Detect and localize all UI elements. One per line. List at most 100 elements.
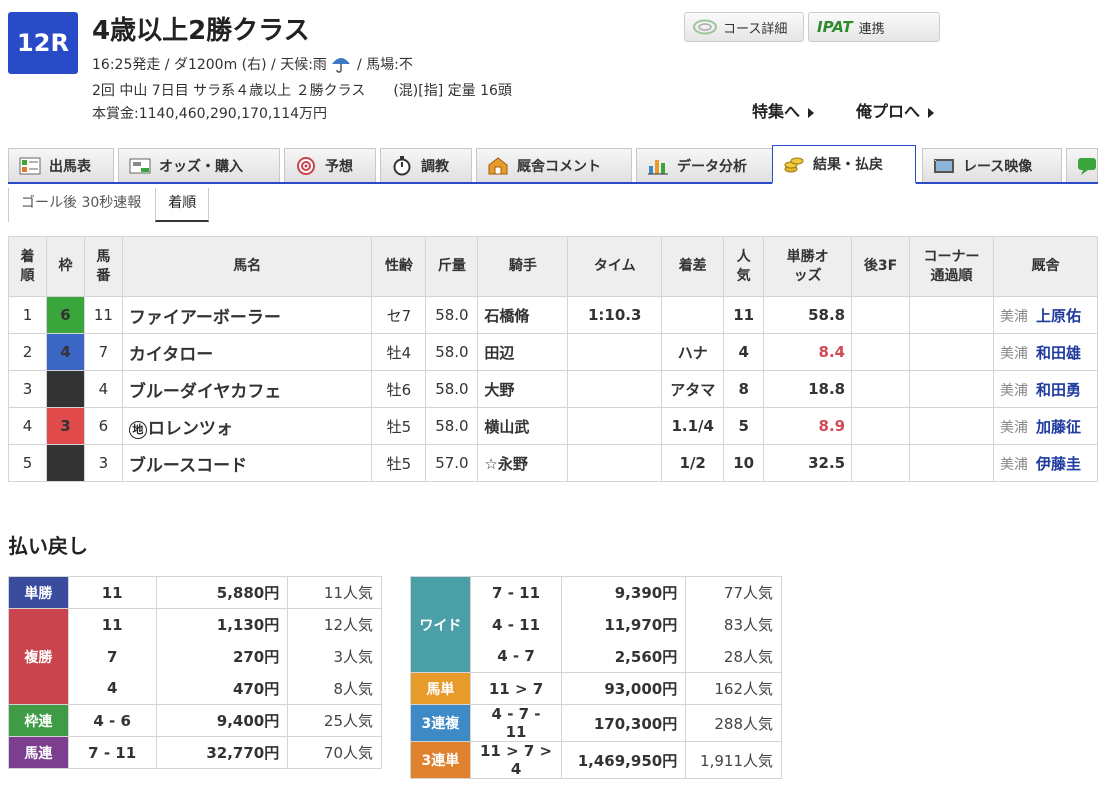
waku-badge: 2 [45, 444, 85, 482]
target-icon [297, 156, 315, 175]
table-row: 4 3 6 地ロレンツォ 牡5 58.0 横山武 1.1/4 5 8.9 美浦加… [8, 407, 1098, 445]
payout-popularity: 83人気 [685, 608, 782, 641]
payout-popularity: 11人気 [287, 576, 382, 609]
tab-label: 調教 [421, 158, 449, 175]
col-number: 馬番 [83, 236, 123, 297]
payout-row: 3連単 11 > 7 > 4 1,469,950円 1,911人気 [410, 741, 782, 779]
race-info-track: / 馬場:不 [356, 57, 413, 73]
tab-stable-comment[interactable]: 厩舎コメント [476, 148, 632, 182]
payout-amount: 5,880円 [155, 576, 289, 609]
horse-name-link[interactable]: ファイアーボーラー [121, 296, 373, 334]
payout-amount: 470円 [155, 672, 289, 705]
subtab-quick-result[interactable]: ゴール後 30秒速報 [8, 188, 153, 222]
course-detail-button[interactable]: コース詳細 [684, 12, 804, 42]
col-sex-age: 性齢 [371, 236, 427, 297]
ipat-link-button[interactable]: IPAT 連携 [808, 12, 940, 42]
tab-odds[interactable]: オッズ・購入 [118, 148, 280, 182]
tab-entries[interactable]: 出馬表 [8, 148, 114, 182]
results-header-row: 着順 枠 馬番 馬名 性齢 斤量 騎手 タイム 着差 人気 単勝オッズ 後3F … [8, 236, 1098, 297]
jockey-link[interactable]: 横山武 [477, 407, 569, 445]
payout-amount: 32,770円 [155, 736, 289, 769]
payout-title: 払い戻し [8, 534, 88, 558]
sex-age: 牡6 [371, 370, 427, 408]
horse-name-link[interactable]: カイタロー [121, 333, 373, 371]
table-row: 1 6 11 ファイアーボーラー セ7 58.0 石橋脩 1:10.3 11 5… [8, 296, 1098, 334]
waku-badge: 2 [45, 370, 85, 408]
trainer-area: 美浦 [999, 456, 1028, 473]
last3f [851, 370, 911, 408]
trainer: 美浦 加藤征 [992, 407, 1098, 445]
race-detail-right: (混)[指] 定量 16頭 [393, 83, 512, 99]
tab-label: 出馬表 [49, 158, 91, 175]
rank: 3 [8, 370, 47, 408]
col-odds: 単勝オッズ [763, 236, 853, 297]
popularity: 10 [723, 444, 765, 482]
payout-combination: 7 - 11 [67, 736, 157, 769]
horse-number: 11 [83, 296, 123, 334]
jockey-link[interactable]: ☆永野 [477, 444, 569, 482]
payout-amount: 1,130円 [155, 608, 289, 641]
corner [909, 296, 994, 334]
bet-type-sanrenpuku: 3連複 [410, 704, 471, 742]
payout-popularity: 288人気 [685, 704, 782, 742]
payout-popularity: 25人気 [287, 704, 382, 737]
bar-chart-icon [648, 159, 668, 174]
trainer-link[interactable]: 和田勇 [1036, 381, 1081, 399]
horse-number: 4 [83, 370, 123, 408]
margin: ハナ [661, 333, 725, 371]
trainer-link[interactable]: 加藤征 [1036, 418, 1081, 436]
popularity: 5 [723, 407, 765, 445]
race-detail-left: 2回 中山 7日目 サラ系４歳以上 ２勝クラス [92, 83, 366, 99]
trainer-link[interactable]: 上原佑 [1036, 307, 1081, 325]
trainer-area: 美浦 [999, 345, 1028, 362]
arrow-right-icon [928, 107, 935, 118]
tab-data-analysis[interactable]: データ分析 [636, 148, 774, 182]
rank: 4 [8, 407, 47, 445]
time [567, 333, 663, 371]
trainer: 美浦 和田勇 [992, 370, 1098, 408]
waku-badge: 3 [45, 407, 85, 445]
tab-prediction[interactable]: 予想 [284, 148, 376, 182]
trainer-area: 美浦 [999, 308, 1028, 325]
col-popularity: 人気 [723, 236, 765, 297]
corner [909, 444, 994, 482]
sex-age: セ7 [371, 296, 427, 334]
race-info-start: 16:25発走 / ダ1200m (右) / 天候:雨 [92, 57, 327, 73]
corner [909, 333, 994, 371]
payout-combination: 11 > 7 [469, 672, 563, 705]
trainer-link[interactable]: 伊藤圭 [1036, 455, 1081, 473]
tab-label: レース映像 [963, 158, 1033, 175]
payout-table-right: ワイド 7 - 11 9,390円 77人気 4 - 11 11,970円 83… [410, 576, 782, 779]
jockey-link[interactable]: 大野 [477, 370, 569, 408]
jockey-link[interactable]: 田辺 [477, 333, 569, 371]
tab-results[interactable]: 結果・払戻 [772, 145, 916, 184]
special-feature-label: 特集へ [752, 102, 801, 121]
horse-name-link[interactable]: ブルーダイヤカフェ [121, 370, 373, 408]
special-feature-link[interactable]: 特集へ [752, 98, 815, 122]
trainer-link[interactable]: 和田雄 [1036, 344, 1081, 362]
coins-icon [784, 157, 804, 173]
tab-training[interactable]: 調教 [380, 148, 472, 182]
payout-amount: 11,970円 [561, 608, 687, 641]
jockey-link[interactable]: 石橋脩 [477, 296, 569, 334]
weight: 58.0 [425, 407, 479, 445]
results-table: 着順 枠 馬番 馬名 性齢 斤量 騎手 タイム 着差 人気 単勝オッズ 後3F … [8, 236, 1098, 482]
col-corner: コーナー通過順 [909, 236, 994, 297]
ipat-link-label: 連携 [858, 21, 885, 37]
col-weight: 斤量 [425, 236, 479, 297]
corner [909, 407, 994, 445]
horse-name-link[interactable]: ブルースコード [121, 444, 373, 482]
tab-race-video[interactable]: レース映像 [922, 148, 1062, 182]
subtab-finish-order[interactable]: 着順 [155, 188, 210, 222]
tab-label: 結果・払戻 [813, 157, 883, 173]
payout-table-left: 単勝 11 5,880円 11人気 複勝 11 1,130円 12人気 7 27… [8, 576, 382, 769]
tab-more[interactable] [1066, 148, 1098, 182]
race-prize: 本賞金:1140,460,290,170,114万円 [92, 106, 328, 122]
orepro-link[interactable]: 俺プロへ [856, 98, 935, 122]
video-icon [934, 158, 954, 173]
popularity: 11 [723, 296, 765, 334]
sex-age: 牡4 [371, 333, 427, 371]
horse-name-link[interactable]: 地ロレンツォ [121, 407, 373, 445]
margin: アタマ [661, 370, 725, 408]
weight: 58.0 [425, 333, 479, 371]
